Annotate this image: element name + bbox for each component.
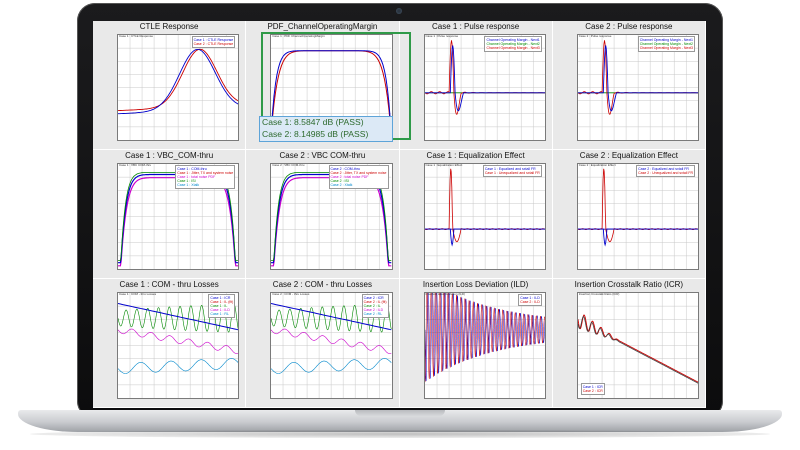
legend-entry: Case 1 : Unequalized and sxtall FR [484, 171, 540, 175]
camera-icon [396, 8, 402, 14]
plot-title: Insertion Crosstalk Ratio (ICR) [574, 280, 684, 289]
plot-area[interactable] [423, 292, 546, 399]
legend-entry: Case 2 : ICR [582, 389, 603, 393]
plot-svg [118, 35, 239, 140]
plot-caption: Case 1 : Pulse response [425, 34, 459, 38]
plot-caption: Case 2 : COM - thru Losses [272, 292, 310, 296]
plot-legend: Case 1 : ICR Case 2 : ICR [580, 383, 605, 395]
plot-legend: Case 1 : ILD Case 2 : ILD [518, 294, 542, 306]
plot-panel[interactable]: Case 2 : Pulse response Case 2 : Pulse re… [552, 21, 705, 149]
plot-legend: Case 2 : COM-thru Case 2 : Jitter, TX and… [328, 165, 389, 189]
plot-caption: Case 2 : Equalization Effect [578, 163, 616, 167]
plot-title: Case 1 : Pulse response [432, 22, 520, 31]
plot-caption: Case 1 : VBC COM-thru [119, 163, 152, 167]
plot-panel[interactable]: Case 2 : COM - thru Losses Case 2 : COM -… [246, 279, 399, 407]
plot-caption: Case 1 : Equalization Effect [425, 163, 463, 167]
plot-caption: Case 2 : VBC COM-thru [272, 163, 305, 167]
plot-title: Insertion Loss Deviation (ILD) [422, 280, 529, 289]
legend-entry: Case 2 : CTLE Response [193, 42, 234, 46]
legend-entry: Channel Operating Margin - Next3 [639, 46, 693, 50]
plot-caption: Case 1 : PDF ChannelOperatingMargin [272, 34, 325, 38]
plot-title: Case 2 : VBC COM-thru [279, 151, 366, 160]
plot-title: Case 1 : Equalization Effect [426, 151, 525, 160]
plot-caption: Insertion Loss Deviation (ILD) [425, 292, 466, 296]
laptop-shadow [30, 430, 770, 438]
legend-entry: Channel Operating Margin - Next3 [486, 46, 540, 50]
plot-legend: Case 1 : Equalized and sxtall FR Case 1 :… [482, 165, 542, 177]
plot-caption: Case 1 : COM - thru Losses [119, 292, 157, 296]
plot-panel[interactable]: Case 1 : VBC_COM-thru Case 1 : VBC COM-th… [93, 150, 246, 278]
plot-caption: Case 2 : Pulse response [578, 34, 612, 38]
legend-entry: Case 2 : RL [363, 312, 383, 316]
plot-title: Case 1 : VBC_COM-thru [125, 151, 214, 160]
plot-svg [577, 164, 698, 269]
laptop: CTLE Response Case 1 : CTLE Response Case … [0, 0, 800, 450]
plot-panel[interactable]: Case 2 : Equalization Effect Case 2 : Equ… [552, 150, 705, 278]
plot-title: Case 2 : Equalization Effect [579, 151, 678, 160]
plot-legend: Channel Operating Margin - Next1 Channel … [484, 36, 542, 52]
laptop-notch [355, 410, 445, 416]
plot-area[interactable] [576, 163, 699, 270]
margin-case2: Case 2: 8.14985 dB (PASS) [262, 128, 369, 139]
plot-legend: Case 2 : Equalized and sxtall FR Case 2 :… [636, 165, 695, 177]
plot-legend: Case 1 : COM-thru Case 1 : Jitter, TX and… [175, 165, 236, 189]
legend-entry: Case 1 : Xtalk [177, 183, 200, 187]
plot-svg [424, 293, 545, 398]
legend-entry: Case 2 : Xtalk [330, 183, 353, 187]
plot-panel[interactable]: Case 2 : VBC COM-thru Case 2 : VBC COM-th… [246, 150, 399, 278]
com-margin-readout: Case 1: 8.5847 dB (PASS) Case 2: 8.14985… [259, 116, 393, 142]
plot-panel[interactable]: Case 1 : Pulse response Case 1 : Pulse re… [399, 21, 552, 149]
plot-panel[interactable]: Insertion Loss Deviation (ILD) Insertion … [399, 279, 552, 407]
plot-panel[interactable]: Case 1 : COM - thru Losses Case 1 : COM -… [93, 279, 246, 407]
plot-area[interactable] [117, 34, 240, 141]
plot-title: PDF_ChannelOperatingMargin [267, 22, 378, 31]
plot-title: CTLE Response [139, 22, 199, 31]
plot-title: Case 2 : COM - thru Losses [272, 280, 372, 289]
plot-area[interactable] [423, 163, 546, 270]
plot-legend: Channel Operating Margin - Next1 Channel … [637, 36, 695, 52]
margin-case1: Case 1: 8.5847 dB (PASS) [262, 117, 364, 127]
plot-panel[interactable]: Case 1 : Equalization Effect Case 1 : Equ… [399, 150, 552, 278]
plot-svg [424, 164, 545, 269]
plot-panel[interactable]: Insertion Crosstalk Ratio (ICR) Insertion… [552, 279, 705, 407]
plot-legend: Case 2 : ICR Case 2 : IL (fit) Case 2 : IL… [361, 294, 389, 318]
legend-entry: Case 2 : ILD [520, 300, 540, 304]
plot-legend: Case 1 : ICR Case 1 : IL (fit) Case 1 : IL… [208, 294, 236, 318]
plot-title: Case 1 : COM - thru Losses [119, 280, 219, 289]
legend-entry: Case 1 : RL [210, 312, 229, 316]
legend-entry: Case 2 : Unequalized and sxtall FR [638, 171, 693, 175]
plot-caption: Case 1 : CTLE Response [119, 34, 154, 38]
plot-caption: Insertion Crosstalk Ratio (ICR) [578, 292, 620, 296]
plot-title: Case 2 : Pulse response [585, 22, 673, 31]
plot-legend: Case 1 : CTLE Response Case 2 : CTLE Resp… [191, 36, 236, 48]
screen: CTLE Response Case 1 : CTLE Response Case … [93, 21, 706, 408]
plot-panel[interactable]: CTLE Response Case 1 : CTLE Response Case … [93, 21, 246, 149]
